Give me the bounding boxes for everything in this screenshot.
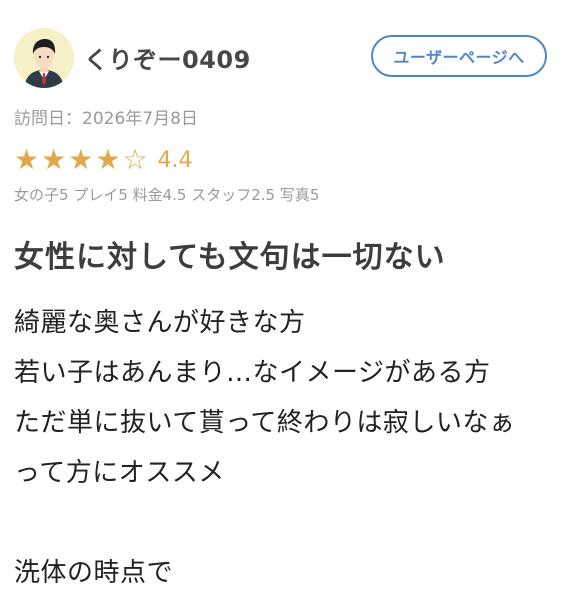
star-empty-icon: ☆ [122, 143, 148, 176]
review-body: 綺麗な奥さんが好きな方 若い子はあんまり…なイメージがある方 ただ単に抜いて貰っ… [14, 298, 570, 598]
star-filled-icon: ★ [41, 143, 67, 176]
review-body-line [14, 498, 570, 548]
rating-value: 4.4 [157, 147, 193, 173]
user-page-button[interactable]: ユーザーページへ [371, 35, 547, 77]
user-avatar-icon[interactable] [14, 28, 74, 88]
review-body-line: 綺麗な奥さんが好きな方 [14, 308, 306, 338]
visit-date: 訪問日：2026年7月8日 [14, 109, 198, 129]
rating-row: ★ ★ ★ ★ ☆ 4.4 [14, 144, 193, 176]
star-filled-icon: ★ [14, 143, 40, 176]
star-filled-icon: ★ [68, 143, 94, 176]
review-body-line: 洗体の時点で [14, 558, 174, 588]
star-filled-icon: ★ [95, 143, 121, 176]
username: くりぞー0409 [84, 46, 251, 74]
review-body-line: って方にオススメ [14, 458, 225, 488]
sub-ratings: 女の子5 プレイ5 料金4.5 スタッフ2.5 写真5 [14, 186, 320, 204]
review-title: 女性に対しても文句は一切ない [14, 240, 446, 275]
review-header: くりぞー0409 ユーザーページへ [14, 28, 562, 88]
review-body-line: 若い子はあんまり…なイメージがある方 [14, 358, 491, 388]
review-body-line: ただ単に抜いて貰って終わりは寂しいなぁ [14, 408, 516, 438]
